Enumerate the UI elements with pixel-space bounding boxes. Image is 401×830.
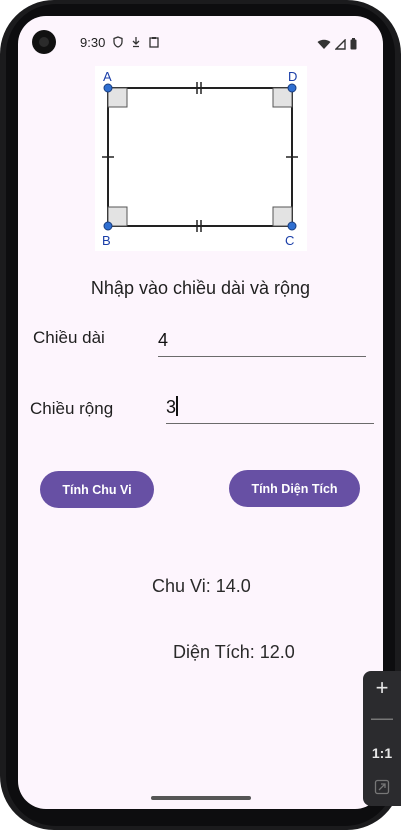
app-screen: 9:30 A D B C Nhập vào chiều dài và rộng … — [18, 16, 383, 809]
area-result: Diện Tích: 12.0 — [173, 642, 295, 662]
perimeter-result: Chu Vi: 14.0 — [152, 576, 251, 596]
shield-icon — [112, 35, 124, 48]
length-input[interactable] — [158, 327, 366, 357]
status-notification-icons — [112, 35, 160, 48]
length-label: Chiều dài — [33, 328, 105, 347]
home-indicator[interactable] — [151, 796, 251, 800]
vertex-label-d: D — [288, 69, 297, 84]
camera-icon — [32, 30, 56, 54]
status-system-icons — [317, 37, 357, 55]
calculate-perimeter-button[interactable]: Tính Chu Vi — [40, 471, 154, 508]
vertex-label-b: B — [102, 233, 111, 248]
zoom-in-button[interactable]: + — [363, 675, 401, 701]
status-time: 9:30 — [80, 35, 106, 50]
vertex-label-c: C — [285, 233, 294, 248]
zoom-out-button[interactable]: — — [363, 705, 401, 731]
rectangle-figure: A D B C — [95, 66, 307, 251]
text-cursor — [176, 396, 178, 416]
width-label: Chiều rộng — [30, 399, 114, 418]
calculate-area-button[interactable]: Tính Diện Tích — [229, 470, 360, 507]
emulator-zoom-panel: + — 1:1 — [363, 671, 401, 806]
fit-screen-icon[interactable] — [363, 775, 401, 801]
width-input[interactable] — [166, 394, 374, 424]
clipboard-icon — [148, 35, 160, 48]
signal-icon — [334, 37, 346, 55]
instruction-text: Nhập vào chiều dài và rộng — [90, 278, 311, 298]
vertex-label-a: A — [103, 69, 112, 84]
wifi-icon — [317, 37, 331, 55]
download-icon — [130, 35, 142, 48]
battery-icon — [350, 37, 357, 55]
zoom-ratio-button[interactable]: 1:1 — [363, 745, 401, 761]
